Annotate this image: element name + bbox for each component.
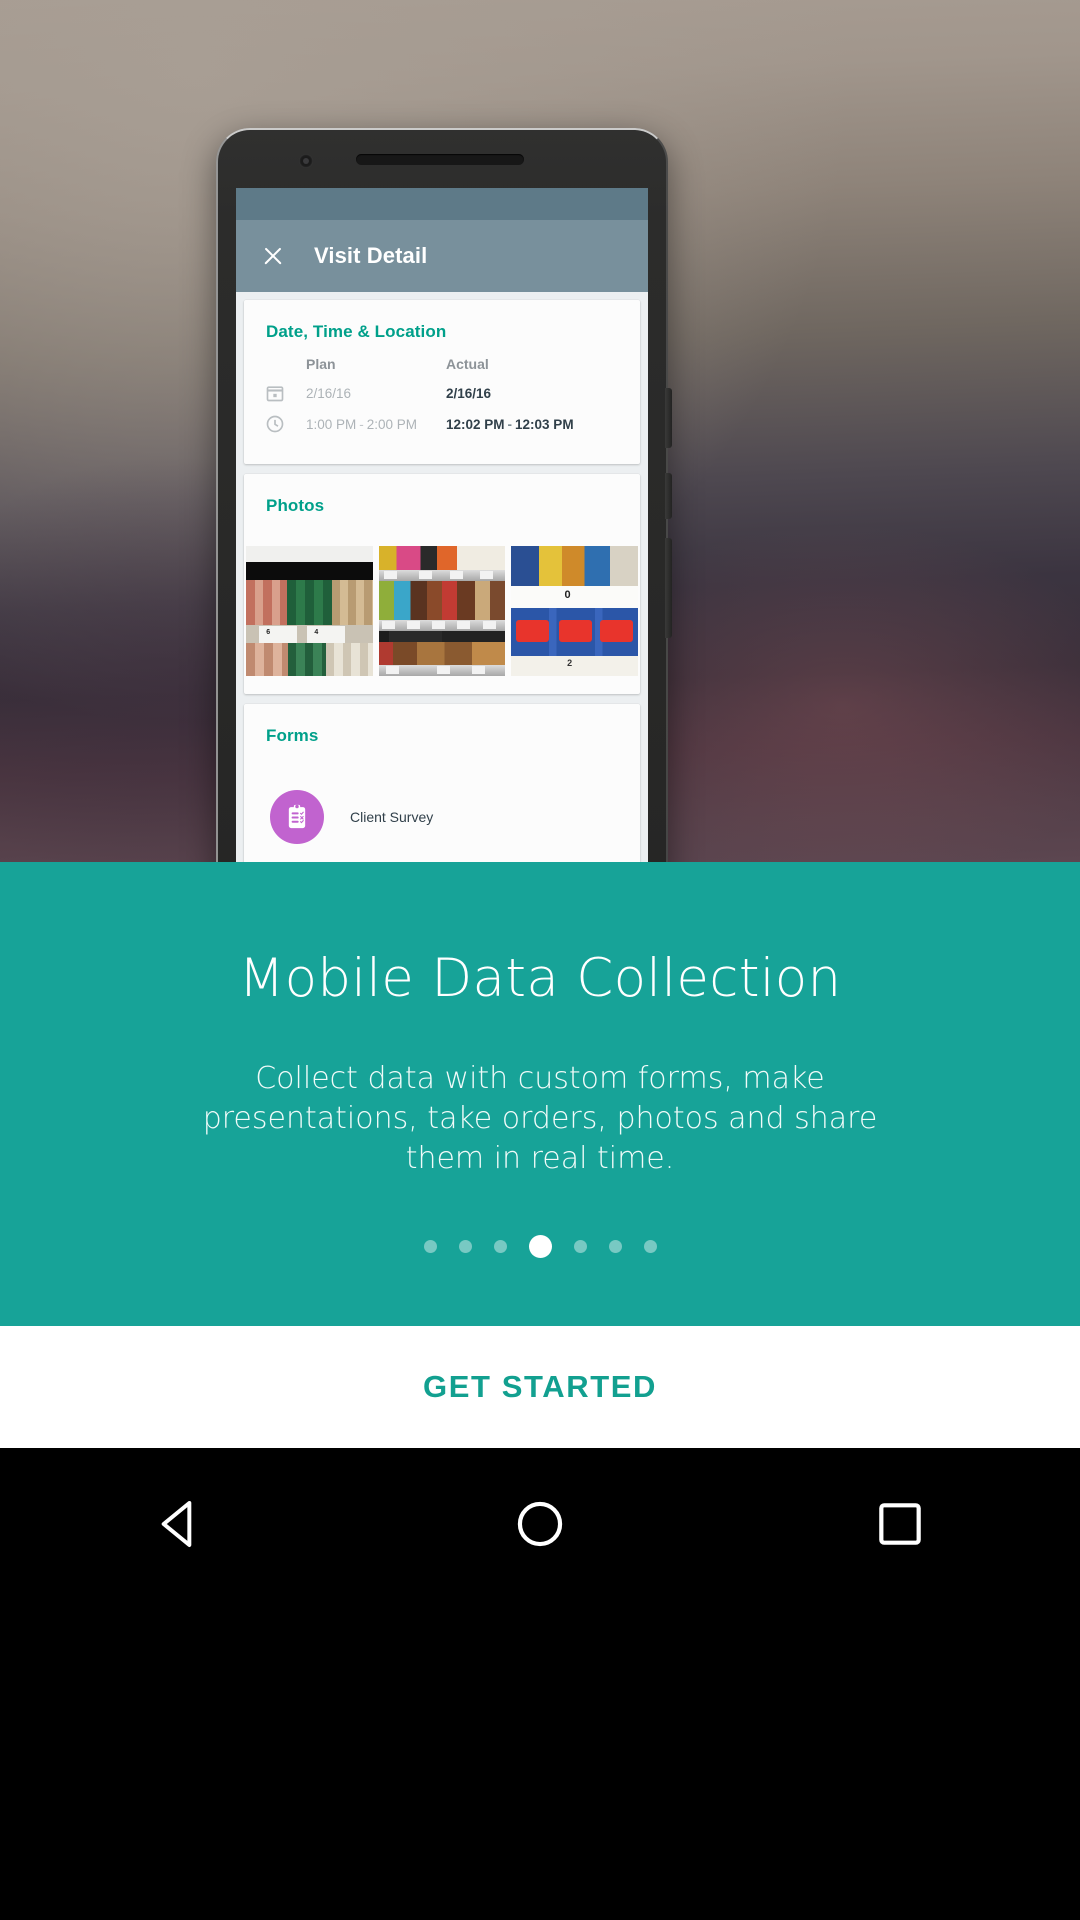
date-time-location-card: Date, Time & Location Plan Actual 2/16/1…: [244, 300, 640, 464]
card-title-forms: Forms: [266, 726, 319, 745]
triangle-back-icon[interactable]: [148, 1492, 212, 1556]
retail-shelf-beans-photo[interactable]: 6 4: [246, 546, 373, 676]
android-navigation-bar: [0, 1448, 1080, 1920]
form-item-label: Client Survey: [350, 809, 434, 825]
date-time-table-header: Plan Actual: [244, 342, 640, 372]
cta-area: GET STARTED: [0, 1326, 1080, 1448]
pager-dot-3[interactable]: [493, 1239, 507, 1253]
screen-scroll-body[interactable]: Date, Time & Location Plan Actual 2/16/1…: [236, 292, 648, 884]
actual-time-separator: -: [507, 416, 513, 432]
phone-earpiece: [356, 154, 524, 165]
pager-dot-1[interactable]: [423, 1239, 437, 1253]
plan-time-separator: -: [359, 416, 364, 432]
phone-side-button-bottom: [665, 538, 672, 638]
column-header-plan: Plan: [306, 356, 336, 372]
photos-card: Photos 6 4 0 2: [244, 474, 640, 694]
forms-card: Forms Client Survey: [244, 704, 640, 884]
plan-date-value: 2/16/16: [306, 385, 352, 401]
circle-home-icon[interactable]: [508, 1492, 572, 1556]
photo-thumbnail-strip[interactable]: 6 4 0 2: [246, 516, 639, 676]
onboarding-panel: Mobile Data Collection Collect data with…: [0, 862, 1080, 1326]
get-started-button[interactable]: GET STARTED: [423, 1369, 657, 1405]
card-title-date-time: Date, Time & Location: [266, 322, 447, 341]
visit-detail-app-bar: Visit Detail: [236, 220, 648, 292]
pager-dot-2[interactable]: [458, 1239, 472, 1253]
pager-dots[interactable]: [423, 1234, 657, 1258]
table-row: 1:00 PM -2:00 PM 12:02 PM -12:03 PM: [244, 403, 640, 434]
screen-status-bar: [236, 188, 648, 220]
calendar-icon: [244, 383, 306, 403]
column-header-actual: Actual: [446, 356, 489, 372]
square-recents-icon[interactable]: [868, 1492, 932, 1556]
plan-time-value: 1:00 PM -2:00 PM: [306, 417, 446, 432]
retail-shelf-chips-photo[interactable]: 0 2: [511, 546, 639, 676]
retail-shelf-candy-photo[interactable]: [378, 546, 506, 676]
phone-mockup: Visit Detail Date, Time & Location Plan …: [216, 128, 672, 888]
close-icon[interactable]: [258, 241, 288, 271]
pager-dot-4-active[interactable]: [528, 1234, 552, 1258]
clock-icon: [244, 414, 306, 434]
actual-date-value: 2/16/16: [446, 385, 492, 401]
phone-side-button-mid: [665, 473, 672, 519]
phone-front-camera: [299, 154, 313, 168]
onboarding-headline: Mobile Data Collection: [238, 948, 842, 1009]
pager-dot-5[interactable]: [573, 1239, 587, 1253]
actual-time-end: 12:03 PM: [515, 416, 574, 432]
card-title-photos: Photos: [266, 496, 325, 515]
pager-dot-6[interactable]: [608, 1239, 622, 1253]
page-title: Visit Detail: [314, 243, 428, 268]
plan-time-end: 2:00 PM: [366, 416, 418, 432]
plan-time-start: 1:00 PM: [306, 416, 357, 432]
phone-side-button-top: [665, 388, 672, 448]
actual-time-value: 12:02 PM -12:03 PM: [446, 417, 640, 432]
phone-screen: Visit Detail Date, Time & Location Plan …: [236, 188, 648, 888]
pager-dot-7[interactable]: [643, 1239, 657, 1253]
table-row: 2/16/16 2/16/16: [244, 372, 640, 403]
actual-time-start: 12:02 PM: [446, 416, 505, 432]
onboarding-description: Collect data with custom forms, make pre…: [202, 1061, 878, 1176]
clipboard-checklist-icon: [270, 790, 324, 844]
